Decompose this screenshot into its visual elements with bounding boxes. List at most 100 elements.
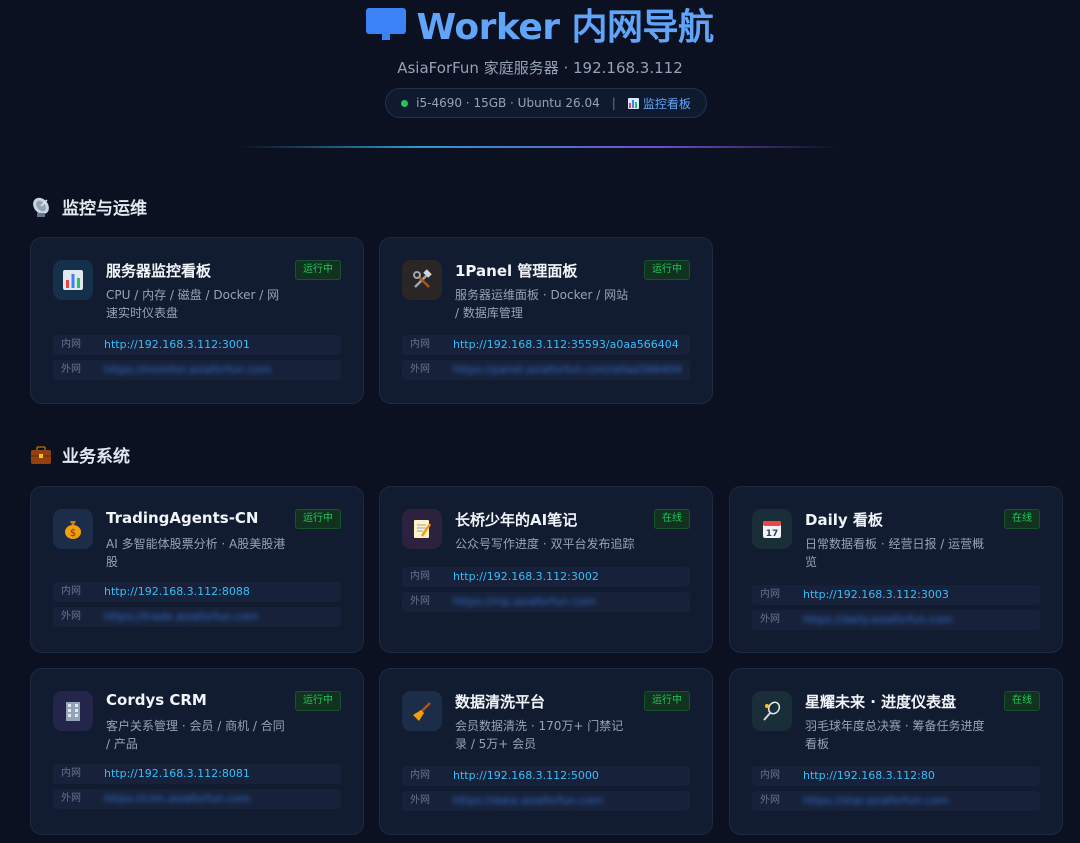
status-badge: 在线 (654, 509, 690, 529)
card-description: AI 多智能体股票分析 · A股美股港股 (106, 537, 286, 569)
card-description: 日常数据看板 · 经营日报 / 运营概览 (805, 537, 985, 569)
external-url[interactable]: https://trade.asiaforfun.com (104, 607, 258, 627)
online-status-dot-icon (401, 99, 409, 107)
section-title-ops: 监控与运维 (30, 194, 147, 219)
service-card-star-progress[interactable]: 星耀未来 · 进度仪表盘 羽毛球年度总决赛 · 筹备任务进度看板 在线 内网 h… (729, 668, 1063, 835)
bar-chart-icon (627, 97, 639, 109)
internal-link-row[interactable]: 内网 http://192.168.3.112:3003 (752, 585, 1040, 605)
service-card-data-cleaning[interactable]: 数据清洗平台 会员数据清洗 · 170万+ 门禁记录 / 5万+ 会员 运行中 … (379, 668, 713, 835)
card-description: 公众号写作进度 · 双平台发布追踪 (455, 537, 635, 551)
external-link-row[interactable]: 外网 https://mp.asiaforfun.com (402, 592, 690, 612)
card-title: 星耀未来 · 进度仪表盘 (805, 693, 957, 711)
internal-label: 内网 (760, 589, 780, 600)
external-label: 外网 (760, 795, 780, 806)
server-specs: i5-4690 · 15GB · Ubuntu 26.04 (416, 96, 600, 110)
internal-label: 内网 (61, 768, 81, 779)
internal-link-row[interactable]: 内网 http://192.168.3.112:3002 (402, 567, 690, 587)
card-title: 1Panel 管理面板 (455, 262, 578, 280)
money-bag-icon: $ (53, 509, 93, 549)
status-badge: 在线 (1004, 509, 1040, 529)
internal-url[interactable]: http://192.168.3.112:8088 (104, 582, 250, 602)
hammer-wrench-icon (402, 260, 442, 300)
internal-url[interactable]: http://192.168.3.112:5000 (453, 766, 599, 786)
internal-url[interactable]: http://192.168.3.112:3002 (453, 567, 599, 587)
internal-link-row[interactable]: 内网 http://192.168.3.112:8088 (53, 582, 341, 602)
internal-label: 内网 (61, 586, 81, 597)
page-subtitle: AsiaForFun 家庭服务器 · 192.168.3.112 (397, 59, 683, 77)
card-description: CPU / 内存 / 磁盘 / Docker / 网速实时仪表盘 (106, 288, 280, 320)
external-url[interactable]: https://crm.asiaforfun.com (104, 789, 250, 809)
section-title-business: 业务系统 (30, 442, 130, 467)
external-label: 外网 (410, 795, 430, 806)
internal-label: 内网 (760, 770, 780, 781)
external-link-row[interactable]: 外网 https://crm.asiaforfun.com (53, 789, 341, 809)
service-card-trading-agents[interactable]: $ TradingAgents-CN AI 多智能体股票分析 · A股美股港股 … (30, 486, 364, 653)
service-card-daily[interactable]: 17 Daily 看板 日常数据看板 · 经营日报 / 运营概览 在线 内网 h… (729, 486, 1063, 653)
external-url[interactable]: https://panel.asiaforfun.com/a0aa566404 (453, 360, 682, 380)
internal-label: 内网 (61, 339, 81, 350)
page-title: Worker 内网导航 (0, 0, 1080, 50)
external-link-row[interactable]: 外网 https://trade.asiaforfun.com (53, 607, 341, 627)
page-title-text: Worker 内网导航 (416, 7, 714, 48)
card-title: Cordys CRM (106, 691, 207, 709)
external-url[interactable]: https://star.asiaforfun.com (803, 791, 948, 811)
briefcase-icon (30, 444, 52, 466)
card-title: Daily 看板 (805, 511, 883, 529)
status-badge: 运行中 (295, 509, 341, 529)
service-card-cordys-crm[interactable]: Cordys CRM 客户关系管理 · 会员 / 商机 / 合同 / 产品 运行… (30, 668, 364, 835)
status-badge: 运行中 (644, 260, 690, 280)
internal-link-row[interactable]: 内网 http://192.168.3.112:3001 (53, 335, 341, 355)
internal-label: 内网 (410, 571, 430, 582)
internal-url[interactable]: http://192.168.3.112:3003 (803, 585, 949, 605)
section-title-text: 业务系统 (62, 447, 130, 467)
external-link-row[interactable]: 外网 https://data.asiaforfun.com (402, 791, 690, 811)
external-url[interactable]: https://daily.asiaforfun.com (803, 610, 953, 630)
internal-url[interactable]: http://192.168.3.112:3001 (104, 335, 250, 355)
external-label: 外网 (410, 364, 430, 375)
external-link-row[interactable]: 外网 https://panel.asiaforfun.com/a0aa5664… (402, 360, 690, 380)
external-label: 外网 (61, 611, 81, 622)
service-card-ai-notes[interactable]: 长桥少年的AI笔记 公众号写作进度 · 双平台发布追踪 在线 内网 http:/… (379, 486, 713, 653)
server-status-pill: i5-4690 · 15GB · Ubuntu 26.04 | 监控看板 (385, 88, 707, 118)
status-badge: 运行中 (295, 691, 341, 711)
external-label: 外网 (61, 364, 81, 375)
service-card-server-monitor[interactable]: 服务器监控看板 CPU / 内存 / 磁盘 / Docker / 网速实时仪表盘… (30, 237, 364, 404)
svg-text:17: 17 (766, 529, 779, 539)
badminton-icon (752, 691, 792, 731)
external-link-row[interactable]: 外网 https://star.asiaforfun.com (752, 791, 1040, 811)
status-badge: 运行中 (295, 260, 341, 280)
office-building-icon (53, 691, 93, 731)
internal-link-row[interactable]: 内网 http://192.168.3.112:8081 (53, 764, 341, 784)
header-divider (240, 146, 840, 148)
internal-url[interactable]: http://192.168.3.112:8081 (104, 764, 250, 784)
calendar-icon: 17 (752, 509, 792, 549)
internal-url[interactable]: http://192.168.3.112:35593/a0aa566404 (453, 335, 679, 355)
pill-separator: | (611, 96, 616, 110)
internal-link-row[interactable]: 内网 http://192.168.3.112:35593/a0aa566404 (402, 335, 690, 355)
service-card-1panel[interactable]: 1Panel 管理面板 服务器运维面板 · Docker / 网站 / 数据库管… (379, 237, 713, 404)
external-label: 外网 (61, 793, 81, 804)
internal-label: 内网 (410, 770, 430, 781)
internal-label: 内网 (410, 339, 430, 350)
card-title: 长桥少年的AI笔记 (455, 511, 578, 529)
status-badge: 运行中 (644, 691, 690, 711)
external-label: 外网 (410, 596, 430, 607)
external-url[interactable]: https://mp.asiaforfun.com (453, 592, 596, 612)
monitor-icon (366, 4, 407, 44)
monitor-dashboard-link[interactable]: 监控看板 (627, 95, 691, 112)
memo-icon (402, 509, 442, 549)
bar-chart-icon (53, 260, 93, 300)
external-url[interactable]: https://monitor.asiaforfun.com (104, 360, 271, 380)
card-title: 数据清洗平台 (455, 693, 546, 711)
status-badge: 在线 (1004, 691, 1040, 711)
external-url[interactable]: https://data.asiaforfun.com (453, 791, 603, 811)
external-link-row[interactable]: 外网 https://monitor.asiaforfun.com (53, 360, 341, 380)
monitor-link-label: 监控看板 (642, 96, 691, 111)
card-title: 服务器监控看板 (106, 262, 212, 280)
card-description: 客户关系管理 · 会员 / 商机 / 合同 / 产品 (106, 719, 285, 751)
external-link-row[interactable]: 外网 https://daily.asiaforfun.com (752, 610, 1040, 630)
internal-url[interactable]: http://192.168.3.112:80 (803, 766, 935, 786)
broom-icon (402, 691, 442, 731)
internal-link-row[interactable]: 内网 http://192.168.3.112:5000 (402, 766, 690, 786)
internal-link-row[interactable]: 内网 http://192.168.3.112:80 (752, 766, 1040, 786)
